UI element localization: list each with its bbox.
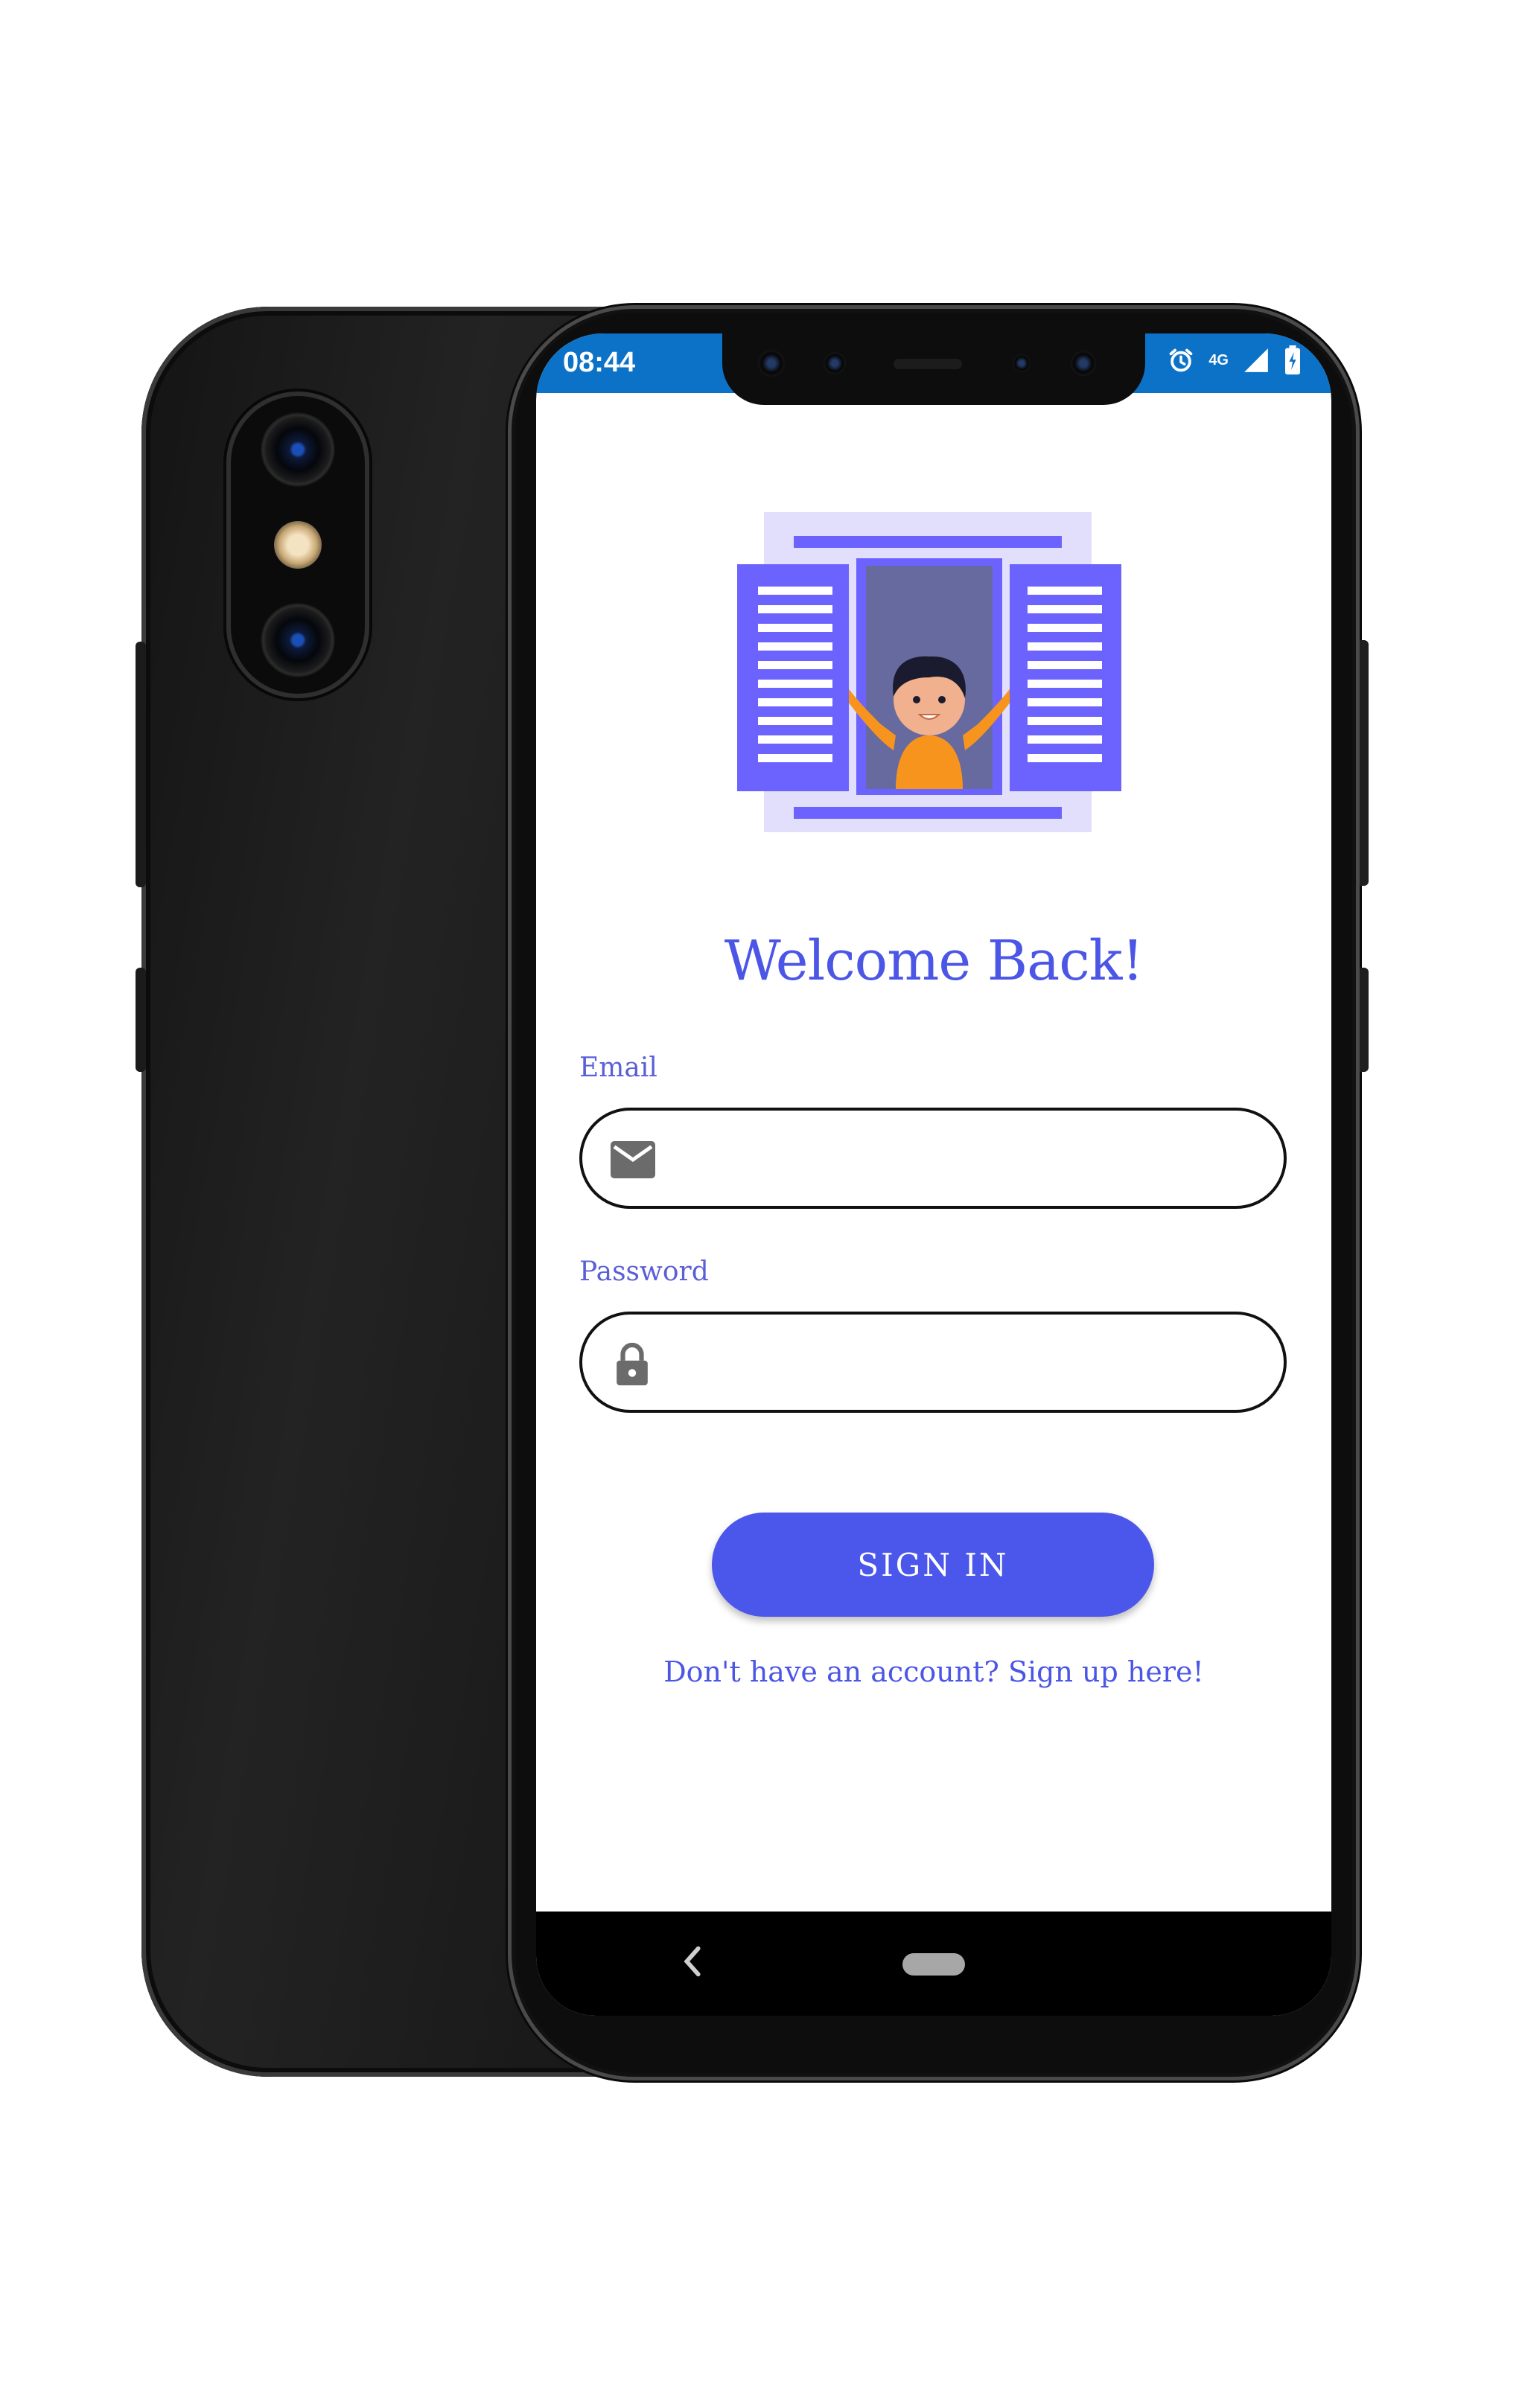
email-input[interactable] [672, 1125, 1263, 1192]
password-field[interactable] [579, 1312, 1287, 1413]
welcome-illustration [737, 512, 1121, 832]
back-side-button [136, 642, 146, 887]
alarm-icon [1169, 348, 1193, 372]
power-button [1360, 968, 1369, 1072]
flash-icon [274, 521, 322, 569]
status-time: 08:44 [563, 347, 636, 378]
sign-up-link[interactable]: Don't have an account? Sign up here! [536, 1655, 1331, 1688]
earpiece-speaker [894, 359, 962, 369]
envelope-icon [611, 1141, 655, 1178]
password-label: Password [579, 1256, 709, 1287]
sign-in-button[interactable]: SIGN IN [712, 1513, 1154, 1617]
front-camera-icon [758, 350, 785, 377]
lock-icon [617, 1342, 648, 1386]
email-field[interactable] [579, 1108, 1287, 1209]
back-icon[interactable] [678, 1943, 707, 1980]
email-label: Email [579, 1053, 657, 1083]
phone-front-device: 08:44 4G Welcome Back! Email Password SI… [508, 305, 1369, 2080]
camera-lens-icon [261, 412, 335, 487]
sensor-icon [1071, 351, 1096, 376]
network-type-label: 4G [1208, 352, 1229, 368]
password-input[interactable] [672, 1329, 1263, 1396]
page-title: Welcome Back! [724, 929, 1144, 993]
signal-icon [1244, 348, 1268, 372]
rear-camera-module [231, 396, 365, 694]
display-notch [722, 333, 1145, 405]
status-icons: 4G [1167, 345, 1302, 375]
camera-lens-icon [261, 603, 335, 677]
status-bar: 08:44 4G [536, 333, 1331, 405]
back-side-button [136, 968, 146, 1072]
volume-button [1360, 640, 1369, 886]
navigation-bar [536, 1912, 1331, 2016]
home-pill[interactable] [902, 1953, 965, 1976]
app-screen: 08:44 4G Welcome Back! Email Password SI… [536, 333, 1331, 2016]
sensor-icon [1013, 354, 1031, 372]
sensor-icon [824, 352, 846, 374]
battery-icon [1285, 345, 1300, 375]
